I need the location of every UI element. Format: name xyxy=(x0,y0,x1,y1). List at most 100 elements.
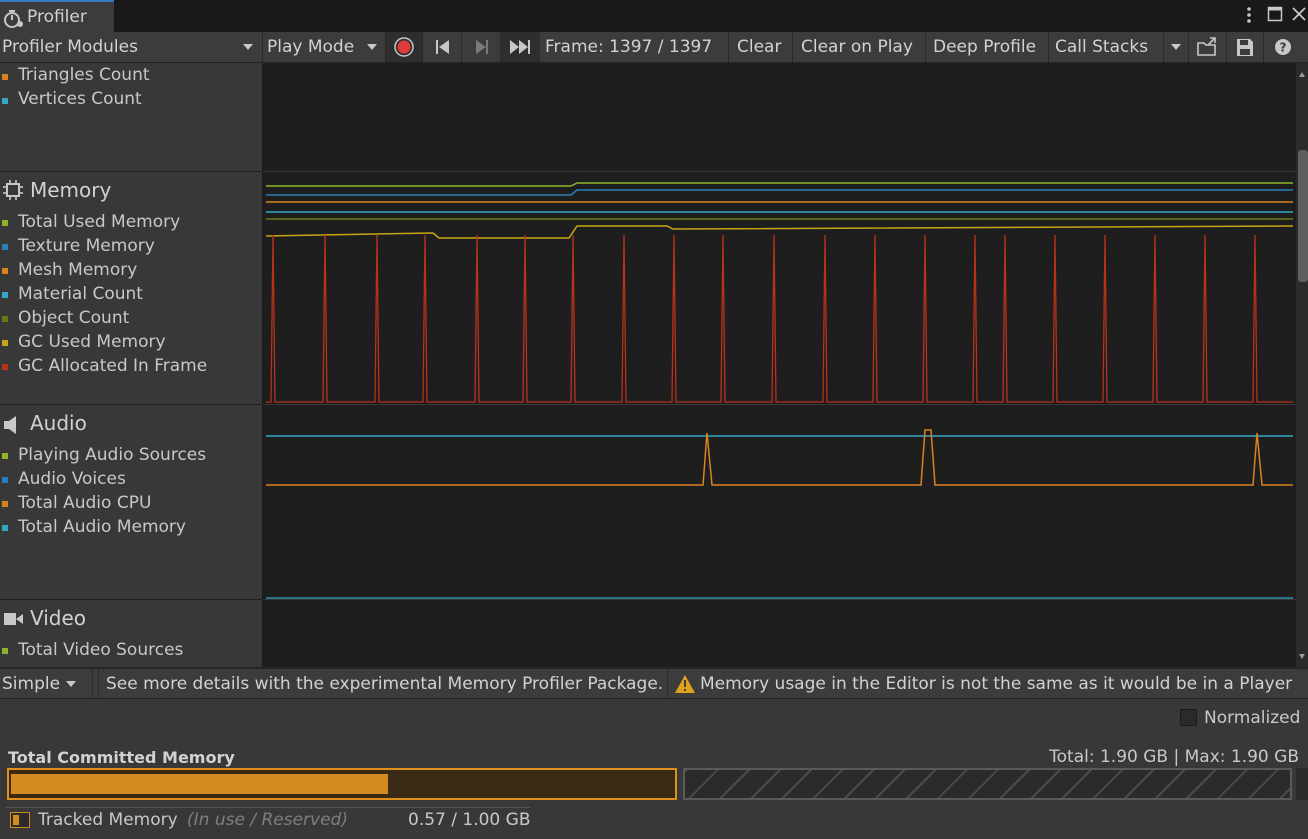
svg-text:?: ? xyxy=(1280,41,1287,55)
kebab-menu-icon[interactable] xyxy=(1242,5,1256,29)
play-mode-dropdown[interactable]: Play Mode xyxy=(267,32,385,62)
audio-module-title[interactable]: Audio xyxy=(30,411,87,435)
speaker-icon xyxy=(3,415,23,439)
video-module-title[interactable]: Video xyxy=(30,606,86,630)
legend-swatch xyxy=(2,364,8,370)
legend-total-video-sources[interactable]: Total Video Sources xyxy=(18,640,183,660)
legend-total-audio-memory[interactable]: Total Audio Memory xyxy=(18,517,186,537)
series-total-used-memory xyxy=(266,182,1293,187)
legend-swatch xyxy=(2,340,8,346)
clear-button[interactable]: Clear xyxy=(737,32,781,62)
frame-counter: Frame: 1397 / 1397 xyxy=(545,37,713,57)
tab-title: Profiler xyxy=(27,7,87,27)
maximize-icon[interactable] xyxy=(1267,6,1283,26)
profiler-modules-label: Profiler Modules xyxy=(2,37,138,57)
editor-memory-warning: Memory usage in the Editor is not the sa… xyxy=(700,674,1293,694)
first-frame-button[interactable] xyxy=(423,32,461,62)
series-gc-used-memory xyxy=(265,225,1294,239)
deep-profile-button[interactable]: Deep Profile xyxy=(933,32,1036,62)
stopwatch-icon xyxy=(3,9,25,33)
module-charts xyxy=(263,171,1297,600)
current-frame-button[interactable] xyxy=(501,32,540,62)
warning-icon xyxy=(674,669,698,699)
details-toolbar: Simple See more details with the experim… xyxy=(0,668,1308,699)
legend-total-audio-cpu[interactable]: Total Audio CPU xyxy=(18,493,151,513)
untracked-memory-bar[interactable] xyxy=(683,768,1292,800)
call-stacks-dropdown[interactable] xyxy=(1164,32,1188,62)
legend-swatch xyxy=(2,292,8,298)
profiler-toolbar: Profiler Modules Play Mode Frame: 1397 /… xyxy=(0,32,1308,63)
legend-swatch xyxy=(2,648,8,654)
legend-playing-audio-sources[interactable]: Playing Audio Sources xyxy=(18,445,206,465)
legend-swatch xyxy=(2,501,8,507)
legend-swatch xyxy=(2,453,8,459)
normalized-label: Normalized xyxy=(1204,708,1301,728)
legend-object-count[interactable]: Object Count xyxy=(18,308,129,328)
load-button[interactable] xyxy=(1190,32,1226,62)
call-stacks-button[interactable]: Call Stacks xyxy=(1055,32,1148,62)
profiler-tab[interactable]: Profiler xyxy=(0,0,114,32)
memory-chip-icon xyxy=(3,180,23,204)
series-gc-allocated-in-frame xyxy=(266,234,1293,403)
view-mode-label: Simple xyxy=(2,674,61,694)
record-icon xyxy=(394,37,414,57)
total-memory-summary: Total: 1.90 GB | Max: 1.90 GB xyxy=(1049,747,1299,767)
profiler-chart-area[interactable] xyxy=(262,63,1297,667)
gc-spike-line xyxy=(266,234,1293,403)
record-button[interactable] xyxy=(386,32,422,62)
memory-module-title[interactable]: Memory xyxy=(30,178,111,202)
save-icon xyxy=(1237,39,1253,56)
view-mode-dropdown[interactable]: Simple xyxy=(0,669,92,699)
legend-swatch xyxy=(2,244,8,250)
chevron-down-icon xyxy=(66,681,76,687)
tracked-memory-bar[interactable] xyxy=(7,768,677,800)
legend-triangles-count[interactable]: Triangles Count xyxy=(18,65,150,85)
legend-material-count[interactable]: Material Count xyxy=(18,284,143,304)
legend-swatch xyxy=(2,316,8,322)
play-mode-label: Play Mode xyxy=(267,37,355,57)
legend-swatch xyxy=(2,98,8,104)
save-button[interactable] xyxy=(1227,32,1263,62)
legend-gc-used-memory[interactable]: GC Used Memory xyxy=(18,332,166,352)
legend-total-used-memory[interactable]: Total Used Memory xyxy=(18,212,180,232)
legend-swatch xyxy=(2,525,8,531)
normalized-checkbox[interactable] xyxy=(1180,709,1197,726)
clear-on-play-button[interactable]: Clear on Play xyxy=(801,32,913,62)
legend-swatch xyxy=(2,477,8,483)
tracked-memory-label: Tracked Memory xyxy=(38,810,178,830)
legend-swatch xyxy=(2,74,8,80)
module-list: Triangles Count Vertices Count Memory To… xyxy=(0,63,262,667)
divider xyxy=(6,807,530,808)
series-texture-memory xyxy=(266,189,1293,196)
legend-swatch xyxy=(2,220,8,226)
step-forward-icon xyxy=(476,40,488,54)
tracked-memory-hint: (In use / Reserved) xyxy=(187,810,348,830)
open-folder-icon xyxy=(1197,37,1216,56)
legend-audio-voices[interactable]: Audio Voices xyxy=(18,469,126,489)
memory-profiler-package-link[interactable]: See more details with the experimental M… xyxy=(106,669,663,699)
series-total-audio-cpu xyxy=(266,429,1293,486)
window-title-bar xyxy=(0,0,1308,32)
legend-vertices-count[interactable]: Vertices Count xyxy=(18,89,142,109)
step-back-icon xyxy=(436,40,449,54)
help-icon: ? xyxy=(1275,39,1291,55)
tracked-memory-fill xyxy=(11,774,388,794)
legend-mesh-memory[interactable]: Mesh Memory xyxy=(18,260,137,280)
legend-gc-allocated-in-frame[interactable]: GC Allocated In Frame xyxy=(18,356,207,376)
help-button[interactable]: ? xyxy=(1268,32,1304,62)
video-camera-icon xyxy=(3,611,25,631)
legend-texture-memory[interactable]: Texture Memory xyxy=(18,236,155,256)
profiler-modules-dropdown[interactable]: Profiler Modules xyxy=(0,32,262,62)
tracked-memory-swatch-icon xyxy=(10,812,30,832)
tracked-memory-value: 0.57 / 1.00 GB xyxy=(408,810,531,830)
close-icon[interactable] xyxy=(1291,6,1307,26)
chevron-down-icon xyxy=(367,44,377,50)
chevron-down-icon xyxy=(1171,44,1181,50)
scrollbar-thumb[interactable] xyxy=(1298,150,1308,282)
bar-edge xyxy=(1296,768,1308,800)
legend-swatch xyxy=(2,268,8,274)
next-frame-button[interactable] xyxy=(462,32,500,62)
total-committed-memory-title: Total Committed Memory xyxy=(8,748,235,767)
fast-forward-icon xyxy=(510,40,530,54)
chevron-down-icon xyxy=(243,44,253,50)
